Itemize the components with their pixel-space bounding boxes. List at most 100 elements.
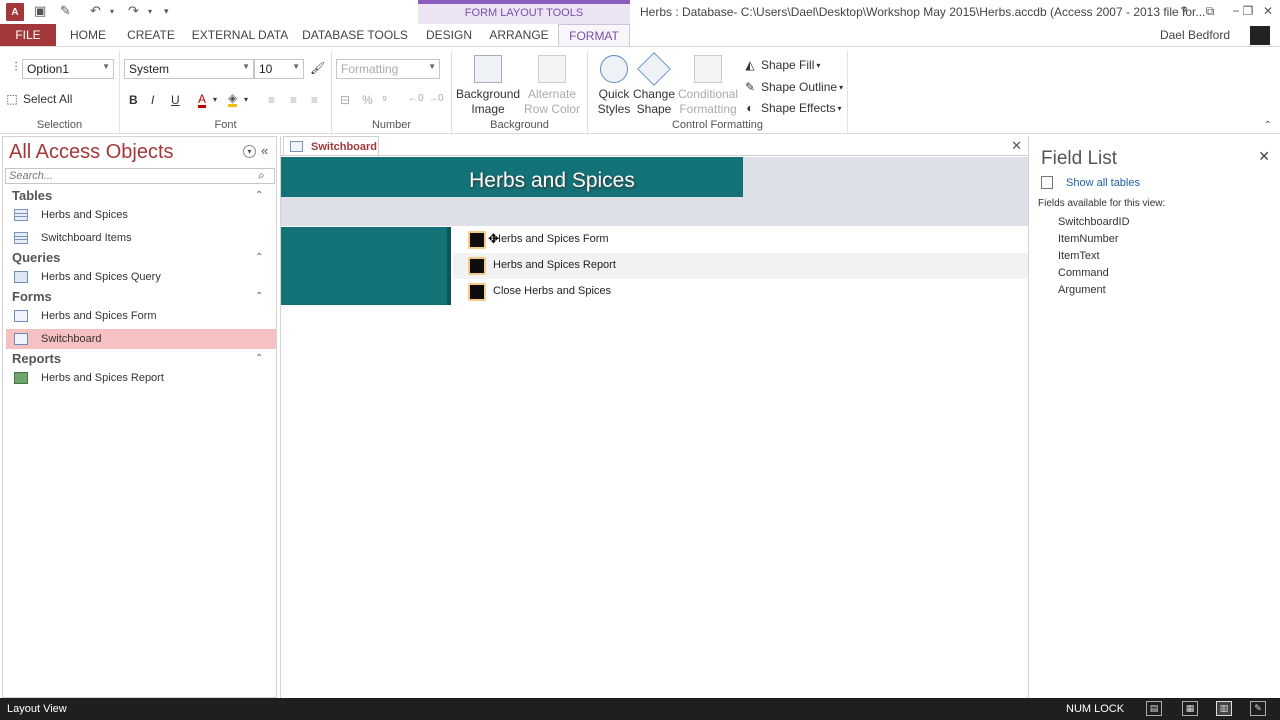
font-color-button[interactable]: A [198,93,207,108]
close-icon[interactable]: ✕ [1258,148,1270,165]
tab-home[interactable]: HOME [64,24,112,46]
search-icon[interactable]: ⌕ [258,168,265,183]
form-title[interactable]: Herbs and Spices [281,169,823,193]
save-pencil-icon[interactable]: ✎ [60,2,71,20]
chevron-down-icon[interactable]: ▾ [244,95,248,104]
object-combo[interactable]: Option1 ▼ [22,59,114,79]
collapse-group-icon[interactable]: ⌃ [255,291,263,302]
user-name[interactable]: Dael Bedford [1160,28,1230,42]
tab-database-tools[interactable]: DATABASE TOOLS [300,24,410,46]
field-list-caption: Fields available for this view: [1038,198,1166,209]
datasheet-view-icon[interactable]: ▦ [1182,701,1198,716]
collapse-group-icon[interactable]: ⌃ [255,353,263,364]
background-color-icon[interactable]: ◈ [228,92,238,107]
tab-file[interactable]: FILE [0,24,56,46]
align-right-icon[interactable]: ≡ [311,93,318,107]
nav-item-herbs-and-spices-report[interactable]: Herbs and Spices Report [6,368,276,388]
show-all-tables-link[interactable]: Show all tables [1041,176,1140,189]
access-app-icon[interactable]: A [6,3,24,21]
tab-arrange[interactable]: ARRANGE [486,24,552,46]
field-item[interactable]: ItemText [1058,250,1100,262]
number-format-combo[interactable]: Formatting ▼ [336,59,440,79]
nav-menu-chevron-icon[interactable]: ▾ [243,145,256,158]
collapse-group-icon[interactable]: ⌃ [255,190,263,201]
italic-button[interactable]: I [151,93,154,107]
window-title: Herbs : Database- C:\Users\Dael\Desktop\… [640,5,1206,19]
align-left-icon[interactable]: ≡ [268,93,275,107]
save-icon[interactable]: ▣ [34,2,46,20]
customize-qat-icon[interactable]: ▾ [164,2,169,20]
conditional-formatting-button[interactable]: Conditional Formatting [676,55,740,117]
tab-design[interactable]: DESIGN [420,24,478,46]
nav-item-switchboard-items-table[interactable]: Switchboard Items [6,228,276,248]
nav-group-tables[interactable]: Tables [12,188,52,203]
comma-icon[interactable]: ⁹ [382,93,387,107]
chevron-down-icon: ▾ [816,60,821,70]
underline-button[interactable]: U [171,93,180,107]
switchboard-item-row[interactable]: Herbs and Spices Report [453,253,1029,279]
switchboard-option-label[interactable]: Herbs and Spices Report [493,259,616,271]
field-item[interactable]: ItemNumber [1058,233,1119,245]
nav-pane-title[interactable]: All Access Objects [9,141,174,164]
help-button[interactable]: ? [1174,3,1194,19]
increase-decimals-icon[interactable]: ←0 [408,93,424,104]
font-name-combo[interactable]: System ▼ [124,59,254,79]
form-side-panel[interactable] [281,227,451,305]
switchboard-option-button[interactable] [468,231,486,249]
shape-fill-button[interactable]: ◭ Shape Fill ▾ [742,57,820,73]
select-all-button[interactable]: ⬚ Select All [4,91,72,107]
restore-ribbon-icon[interactable]: ⧉ [1200,3,1220,19]
shutter-bar-close-icon[interactable]: « [261,143,268,158]
redo-dropdown-icon[interactable]: ▾ [148,2,152,20]
nav-item-herbs-and-spices-query[interactable]: Herbs and Spices Query [6,267,276,287]
form-view-icon[interactable]: ▤ [1146,701,1162,716]
conditional-formatting-icon [694,55,722,83]
nav-item-herbs-and-spices-form[interactable]: Herbs and Spices Form [6,306,276,326]
redo-icon[interactable]: ↷ [128,2,139,20]
switchboard-option-label[interactable]: Herbs and Spices Form [493,233,609,245]
bold-button[interactable]: B [129,93,138,107]
chevron-down-icon[interactable]: ▾ [213,95,217,104]
shape-effects-button[interactable]: ◐ Shape Effects ▾ [742,100,841,116]
tab-format[interactable]: FORMAT [558,24,630,46]
maximize-icon[interactable]: ❐ [1238,3,1258,19]
nav-group-queries[interactable]: Queries [12,250,60,265]
background-image-button[interactable]: Background Image [456,55,520,117]
decrease-decimals-icon[interactable]: →0 [428,93,444,104]
nav-item-herbs-and-spices-table[interactable]: Herbs and Spices [6,205,276,225]
field-item[interactable]: Argument [1058,284,1106,296]
ribbon-group-number: Formatting ▼ ⊟ % ⁹ ←0 →0 Number [332,51,452,133]
field-item[interactable]: Command [1058,267,1109,279]
font-size-combo[interactable]: 10 ▼ [254,59,304,79]
close-document-icon[interactable]: ✕ [1011,138,1022,154]
alternate-row-color-button[interactable]: Alternate Row Color [520,55,584,117]
undo-icon[interactable]: ↶ [90,2,101,20]
percent-button[interactable]: % [362,93,373,107]
field-item[interactable]: SwitchboardID [1058,216,1130,228]
collapse-ribbon-icon[interactable]: ⌃ [1264,120,1272,131]
nav-group-reports[interactable]: Reports [12,351,61,366]
nav-group-forms[interactable]: Forms [12,289,52,304]
nav-item-switchboard-form[interactable]: Switchboard [6,329,276,349]
currency-icon[interactable]: ⊟ [340,93,350,107]
document-tab-switchboard[interactable]: Switchboard [283,136,379,156]
avatar[interactable] [1250,26,1270,45]
layout-view-icon[interactable]: ▥ [1216,701,1232,716]
quick-styles-button[interactable]: Quick Styles [592,55,636,117]
format-painter-icon[interactable]: 🖌 [310,61,325,75]
nav-search-input[interactable] [5,168,275,184]
switchboard-option-label[interactable]: Close Herbs and Spices [493,285,611,297]
switchboard-option-button[interactable] [468,257,486,275]
tab-create[interactable]: CREATE [124,24,178,46]
align-center-icon[interactable]: ≡ [290,93,297,107]
close-icon[interactable]: ✕ [1258,3,1278,19]
change-shape-button[interactable]: Change Shape [632,52,676,117]
design-view-icon[interactable]: ✎ [1250,701,1266,716]
switchboard-item-row[interactable]: Close Herbs and Spices [453,279,1029,305]
shape-outline-button[interactable]: ✎ Shape Outline ▾ [742,79,843,95]
tab-external-data[interactable]: EXTERNAL DATA [190,24,290,46]
collapse-group-icon[interactable]: ⌃ [255,252,263,263]
undo-dropdown-icon[interactable]: ▾ [110,2,114,20]
switchboard-item-row[interactable]: Herbs and Spices Form [453,227,1029,253]
switchboard-option-button[interactable] [468,283,486,301]
